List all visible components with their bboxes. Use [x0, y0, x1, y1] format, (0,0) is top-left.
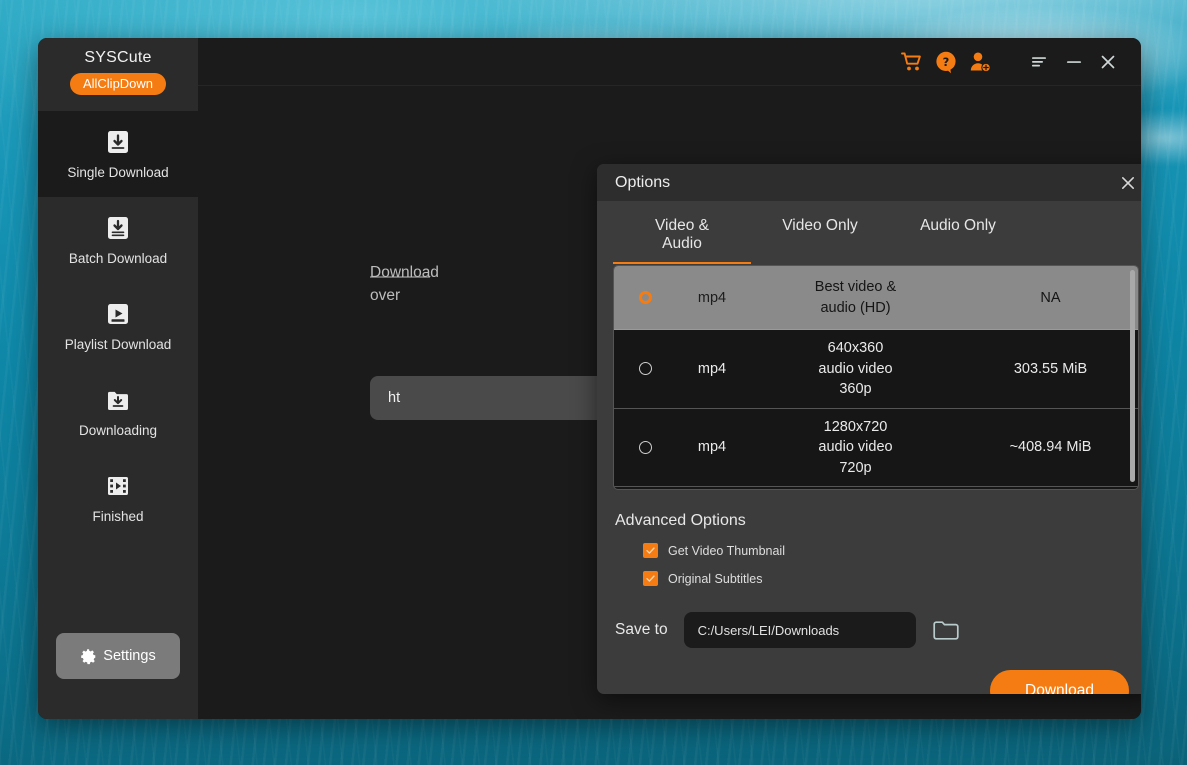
download-batch-icon: [104, 214, 132, 242]
brand-name: SYSCute: [84, 49, 151, 67]
close-icon[interactable]: [1091, 45, 1125, 79]
format-description-cell: 640x360 audio video 360p: [748, 330, 963, 408]
format-extension: mp4: [698, 290, 726, 306]
settings-container: Settings: [38, 633, 198, 719]
sidebar-item-label: Playlist Download: [65, 337, 172, 352]
sidebar: SYSCute AllClipDown Single Download: [38, 38, 198, 719]
folder-icon: [932, 618, 960, 642]
download-box-icon: [104, 128, 132, 156]
format-radio-cell: [614, 291, 676, 304]
dialog-close-icon[interactable]: [1115, 170, 1141, 196]
checkbox-checked-icon[interactable]: [643, 571, 658, 586]
tab-video-and-audio[interactable]: Video & Audio: [613, 217, 751, 264]
radio-button[interactable]: [639, 362, 652, 375]
format-row[interactable]: mp4 640x360 audio video 360p 303.55 MiB: [614, 330, 1138, 409]
sidebar-item-finished[interactable]: Finished: [38, 455, 198, 541]
format-radio-cell: [614, 362, 676, 375]
format-description: Best video & audio (HD): [815, 279, 896, 316]
save-to-input[interactable]: [684, 612, 916, 648]
download-button[interactable]: Download: [990, 670, 1129, 694]
tab-audio-only[interactable]: Audio Only: [889, 217, 1027, 264]
help-question-icon[interactable]: ?: [929, 45, 963, 79]
sidebar-item-label: Finished: [92, 509, 143, 524]
format-list-scrollbar[interactable]: [1130, 270, 1135, 482]
format-size: NA: [1040, 290, 1060, 306]
tab-video-only[interactable]: Video Only: [751, 217, 889, 264]
dialog-title: Options: [615, 174, 670, 192]
format-row[interactable]: mp4 1280x720 audio video 720p ~408.94 Mi…: [614, 409, 1138, 488]
sidebar-nav: Single Download Batch Download: [38, 111, 198, 541]
playlist-play-icon: [104, 300, 132, 328]
format-size: 303.55 MiB: [1014, 361, 1087, 377]
add-user-icon[interactable]: [963, 45, 997, 79]
format-radio-cell: [614, 441, 676, 454]
checkbox-get-video-thumbnail[interactable]: Get Video Thumbnail: [643, 543, 1141, 558]
radio-button-selected[interactable]: [639, 291, 652, 304]
window-titlebar: ?: [198, 38, 1141, 86]
format-description: 1280x720 audio video 720p: [818, 419, 892, 476]
minimize-icon[interactable]: [1057, 45, 1091, 79]
format-size-cell: ~408.94 MiB: [963, 438, 1138, 456]
gear-icon: [80, 648, 97, 665]
sidebar-item-downloading[interactable]: Downloading: [38, 369, 198, 455]
sidebar-item-label: Single Download: [67, 165, 168, 180]
format-size-cell: 303.55 MiB: [963, 360, 1138, 378]
format-extension: mp4: [698, 361, 726, 377]
brand-badge: AllClipDown: [70, 73, 166, 95]
format-row[interactable]: mp4 Best video & audio (HD) NA: [614, 266, 1138, 330]
folder-browse-button[interactable]: [932, 618, 960, 642]
checkbox-label: Original Subtitles: [668, 572, 763, 586]
shopping-cart-icon[interactable]: [895, 45, 929, 79]
sidebar-item-label: Downloading: [79, 423, 157, 438]
format-description: 640x360 audio video 360p: [818, 340, 892, 397]
save-to-label: Save to: [615, 621, 668, 639]
svg-text:?: ?: [943, 55, 950, 69]
checkbox-checked-icon[interactable]: [643, 543, 658, 558]
checkbox-original-subtitles[interactable]: Original Subtitles: [643, 571, 1141, 586]
main-area: ?: [198, 38, 1141, 719]
format-size: ~408.94 MiB: [1010, 439, 1092, 455]
sidebar-item-single-download[interactable]: Single Download: [38, 111, 198, 197]
menu-lines-icon[interactable]: [1023, 45, 1057, 79]
sidebar-item-playlist-download[interactable]: Playlist Download: [38, 283, 198, 369]
download-folder-icon: [104, 386, 132, 414]
sidebar-item-batch-download[interactable]: Batch Download: [38, 197, 198, 283]
checkbox-label: Get Video Thumbnail: [668, 544, 785, 558]
radio-button[interactable]: [639, 441, 652, 454]
format-list-empty-row: [614, 487, 1138, 490]
sidebar-spacer: [38, 541, 198, 633]
application-window: SYSCute AllClipDown Single Download: [38, 38, 1141, 719]
dialog-titlebar: Options: [597, 164, 1141, 201]
format-description-cell: 1280x720 audio video 720p: [748, 409, 963, 487]
sidebar-item-label: Batch Download: [69, 251, 167, 266]
save-to-row: Save to: [615, 612, 1141, 648]
format-extension-cell: mp4: [676, 289, 748, 307]
options-dialog: Options Video & Audio Video Only Audio O…: [597, 164, 1141, 694]
format-extension: mp4: [698, 439, 726, 455]
film-strip-icon: [104, 472, 132, 500]
settings-label: Settings: [103, 648, 155, 664]
brand-block: SYSCute AllClipDown: [38, 38, 198, 100]
settings-button[interactable]: Settings: [56, 633, 180, 679]
dialog-tabs: Video & Audio Video Only Audio Only: [597, 201, 1141, 264]
format-size-cell: NA: [963, 289, 1138, 307]
advanced-options-title: Advanced Options: [615, 512, 1141, 530]
format-description-cell: Best video & audio (HD): [748, 269, 963, 326]
dialog-actions: Download: [597, 648, 1141, 694]
format-extension-cell: mp4: [676, 360, 748, 378]
format-list: mp4 Best video & audio (HD) NA mp4: [613, 265, 1139, 490]
format-extension-cell: mp4: [676, 438, 748, 456]
